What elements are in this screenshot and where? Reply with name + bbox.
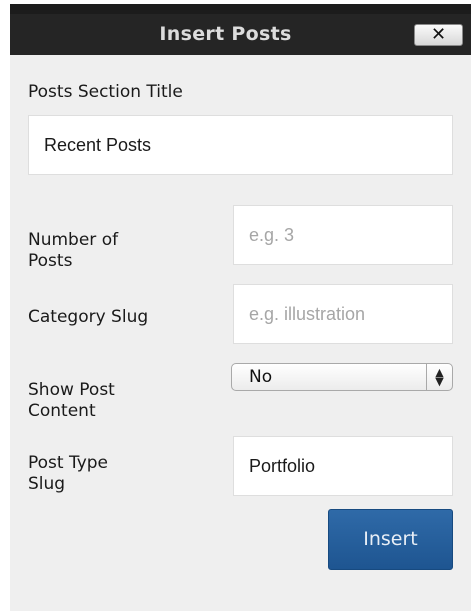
- window-top-strip: [10, 4, 471, 14]
- post-type-slug-label: Post Type Slug: [28, 453, 108, 495]
- number-of-posts-label: Number of Posts: [28, 230, 118, 272]
- category-slug-label: Category Slug: [28, 307, 149, 327]
- dialog-titlebar: Insert Posts ✕: [10, 14, 471, 55]
- insert-button[interactable]: Insert: [328, 509, 453, 570]
- close-icon: ✕: [430, 24, 447, 45]
- number-of-posts-label-line2: Posts: [28, 251, 73, 271]
- post-type-slug-input[interactable]: [233, 436, 453, 496]
- show-post-content-label: Show Post Content: [28, 380, 115, 422]
- number-of-posts-label-line1: Number of: [28, 230, 119, 250]
- section-title-label: Posts Section Title: [28, 82, 183, 102]
- number-of-posts-input[interactable]: [233, 205, 453, 265]
- dialog-title: Insert Posts: [159, 23, 292, 45]
- show-post-content-label-line2: Content: [28, 401, 96, 421]
- close-button[interactable]: ✕: [414, 24, 463, 46]
- category-slug-input[interactable]: [233, 284, 453, 344]
- show-post-content-selected: No: [249, 367, 273, 387]
- insert-posts-dialog: Insert Posts ✕ Posts Section Title Numbe…: [10, 4, 471, 611]
- post-type-slug-label-line2: Slug: [28, 474, 66, 494]
- show-post-content-select[interactable]: No ▲ ▼: [231, 363, 453, 391]
- post-type-slug-label-line1: Post Type: [28, 453, 109, 473]
- show-post-content-label-line1: Show Post: [28, 380, 115, 400]
- section-title-input[interactable]: [28, 115, 453, 175]
- select-arrows-icon: ▲ ▼: [426, 364, 452, 390]
